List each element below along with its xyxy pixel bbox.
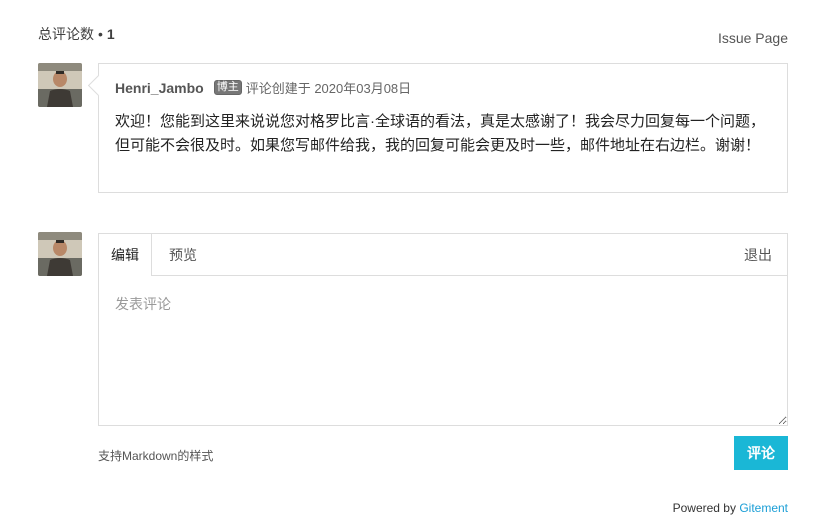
comment-count-label: 总评论数 — [38, 26, 94, 42]
comment-header: Henri_Jambo 博主 评论创建于 2020年03月08日 — [115, 78, 411, 97]
author-avatar[interactable] — [38, 63, 82, 107]
gitement-link[interactable]: Gitement — [739, 501, 788, 515]
markdown-tip: 支持Markdown的样式 — [98, 449, 214, 463]
footer: Powered by Gitement — [673, 501, 788, 515]
editor-tabs: 编辑 预览 退出 — [99, 234, 787, 276]
tab-edit[interactable]: 编辑 — [99, 234, 152, 276]
comment-editor: 编辑 预览 退出 — [98, 233, 788, 426]
current-user-avatar[interactable] — [38, 232, 82, 276]
comment-body: 欢迎！您能到这里来说说您对格罗比言·全球语的看法，真是太感谢了！我会尽力回复每一… — [115, 113, 765, 154]
submit-comment-button[interactable]: 评论 — [734, 436, 788, 470]
tab-preview[interactable]: 预览 — [169, 234, 197, 276]
avatar-image — [38, 232, 82, 276]
powered-by-text: Powered by — [672, 501, 736, 515]
comment-date: 评论创建于 2020年03月08日 — [245, 81, 412, 96]
comment-card: Henri_Jambo 博主 评论创建于 2020年03月08日 欢迎！您能到这… — [98, 63, 788, 193]
comment-count: 总评论数 • 1 — [38, 24, 115, 44]
comment-count-value: 1 — [106, 26, 115, 42]
comment-input[interactable] — [99, 276, 787, 425]
owner-badge: 博主 — [213, 80, 242, 95]
separator-dot: • — [98, 26, 103, 42]
avatar-image — [38, 63, 82, 107]
logout-link[interactable]: 退出 — [744, 234, 772, 276]
comment-author[interactable]: Henri_Jambo — [115, 80, 204, 96]
issue-page-link[interactable]: Issue Page — [718, 30, 788, 46]
